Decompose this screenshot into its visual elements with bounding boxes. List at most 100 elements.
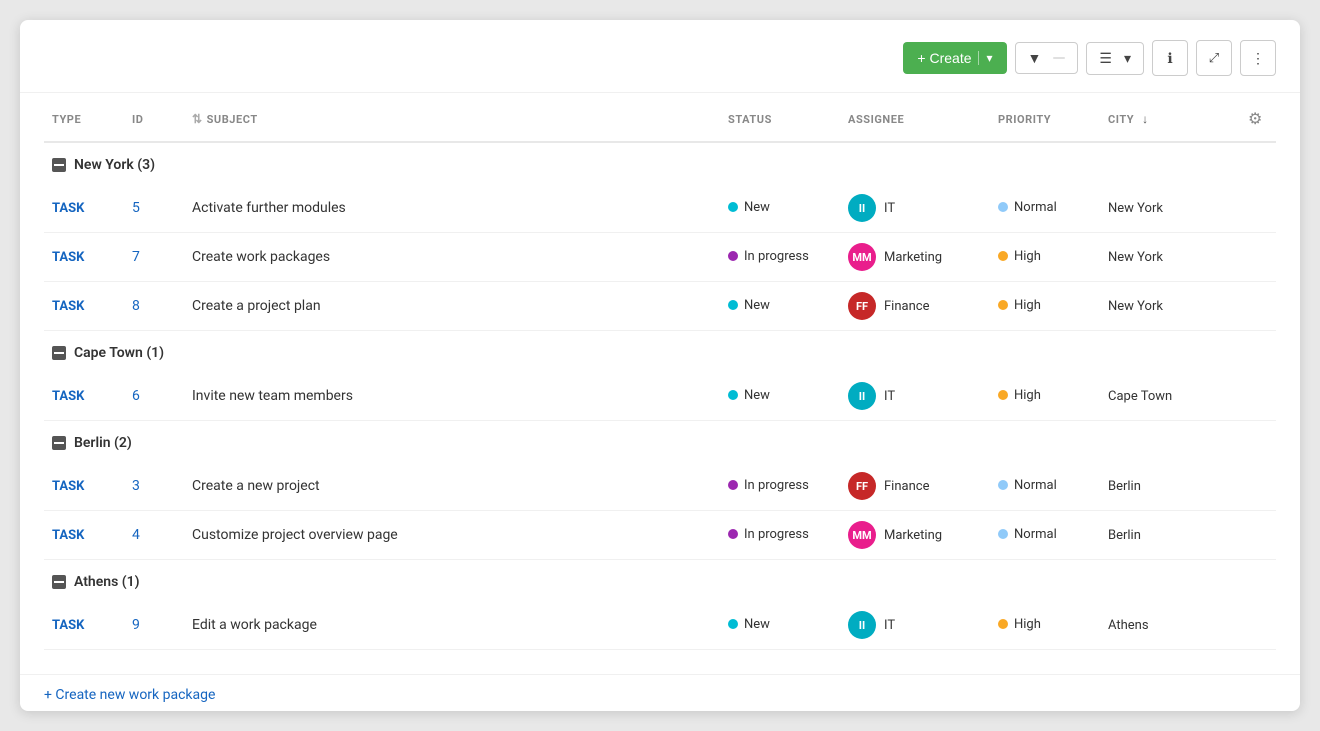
cell-status: In progress <box>720 511 840 560</box>
status-label: In progress <box>744 478 809 493</box>
priority-dot <box>998 619 1008 629</box>
create-button[interactable]: + Create ▾ <box>903 42 1006 74</box>
cell-row-settings <box>1240 372 1276 421</box>
status-dot <box>728 251 738 261</box>
cell-row-settings <box>1240 511 1276 560</box>
cell-city: Cape Town <box>1100 372 1240 421</box>
cell-priority: Normal <box>990 184 1100 233</box>
group-header[interactable]: Cape Town (1) <box>44 331 1276 373</box>
task-id-link[interactable]: 8 <box>132 298 140 314</box>
cell-status: New <box>720 372 840 421</box>
expand-button[interactable]: ⤢ <box>1196 40 1232 76</box>
priority-dot <box>998 251 1008 261</box>
priority-badge: High <box>998 388 1041 403</box>
priority-badge: Normal <box>998 200 1057 215</box>
group-header[interactable]: Athens (1) <box>44 560 1276 602</box>
task-type-link[interactable]: TASK <box>52 299 84 314</box>
task-id-link[interactable]: 6 <box>132 388 140 404</box>
task-type-link[interactable]: TASK <box>52 618 84 633</box>
cell-subject: Create work packages <box>184 233 720 282</box>
filter-button[interactable]: ▼ <box>1015 42 1079 74</box>
group-label: Berlin (2) <box>74 435 132 451</box>
cell-subject: Activate further modules <box>184 184 720 233</box>
create-footer: + Create new work package <box>20 674 1300 711</box>
assignee-dept: IT <box>884 389 895 404</box>
cell-type: TASK <box>44 233 124 282</box>
more-button[interactable]: ⋮ <box>1240 40 1276 76</box>
group-row: Athens (1) <box>44 560 1276 602</box>
status-label: In progress <box>744 249 809 264</box>
task-id-link[interactable]: 4 <box>132 527 140 543</box>
table-row: TASK9Edit a work packageNewIIITHighAthen… <box>44 601 1276 650</box>
priority-label: High <box>1014 298 1041 313</box>
cell-type: TASK <box>44 372 124 421</box>
col-subject[interactable]: ⇅ SUBJECT <box>184 93 720 142</box>
task-type-link[interactable]: TASK <box>52 201 84 216</box>
filter-count <box>1053 57 1065 59</box>
task-type-link[interactable]: TASK <box>52 250 84 265</box>
group-header[interactable]: Berlin (2) <box>44 421 1276 463</box>
task-type-link[interactable]: TASK <box>52 479 84 494</box>
col-city[interactable]: CITY ↓ <box>1100 93 1240 142</box>
priority-badge: High <box>998 249 1041 264</box>
status-dot <box>728 480 738 490</box>
assignee-badge: MMMarketing <box>848 521 942 549</box>
group-header[interactable]: New York (3) <box>44 142 1276 184</box>
cell-subject: Invite new team members <box>184 372 720 421</box>
cell-type: TASK <box>44 184 124 233</box>
status-dot <box>728 619 738 629</box>
task-id-link[interactable]: 7 <box>132 249 140 265</box>
group-toggle-icon[interactable] <box>52 158 66 172</box>
task-id-link[interactable]: 3 <box>132 478 140 494</box>
group-toggle-icon[interactable] <box>52 436 66 450</box>
task-table: TYPE ID ⇅ SUBJECT STATUS ASSIGNEE PRIORI… <box>44 93 1276 650</box>
cell-status: In progress <box>720 462 840 511</box>
cell-type: TASK <box>44 462 124 511</box>
status-badge: New <box>728 388 770 403</box>
priority-dot <box>998 480 1008 490</box>
column-settings-button[interactable]: ⚙ <box>1248 109 1262 129</box>
city-value: Berlin <box>1108 528 1141 543</box>
main-card: + Create ▾ ▼ ☰ ▾ ℹ ⤢ ⋮ <box>20 20 1300 711</box>
city-value: Athens <box>1108 618 1149 633</box>
cell-type: TASK <box>44 511 124 560</box>
priority-dot <box>998 390 1008 400</box>
col-id: ID <box>124 93 184 142</box>
filter-icon: ▼ <box>1028 50 1042 66</box>
group-toggle-icon[interactable] <box>52 346 66 360</box>
status-badge: New <box>728 617 770 632</box>
assignee-dept: Marketing <box>884 528 942 543</box>
assignee-badge: IIIT <box>848 194 895 222</box>
cell-city: Berlin <box>1100 462 1240 511</box>
task-id-link[interactable]: 9 <box>132 617 140 633</box>
cell-subject: Edit a work package <box>184 601 720 650</box>
cell-priority: High <box>990 372 1100 421</box>
priority-badge: Normal <box>998 478 1057 493</box>
city-value: Cape Town <box>1108 389 1172 404</box>
priority-badge: High <box>998 298 1041 313</box>
status-label: New <box>744 617 770 632</box>
task-id-link[interactable]: 5 <box>132 200 140 216</box>
cell-subject: Create a new project <box>184 462 720 511</box>
group-row: Cape Town (1) <box>44 331 1276 373</box>
status-dot <box>728 300 738 310</box>
table-view-button[interactable]: ☰ ▾ <box>1086 42 1144 75</box>
create-work-package-link[interactable]: + Create new work package <box>44 687 215 703</box>
info-button[interactable]: ℹ <box>1152 40 1188 76</box>
cell-type: TASK <box>44 282 124 331</box>
cell-row-settings <box>1240 233 1276 282</box>
status-badge: In progress <box>728 249 809 264</box>
col-type: TYPE <box>44 93 124 142</box>
cell-priority: High <box>990 233 1100 282</box>
assignee-dept: Finance <box>884 299 929 314</box>
cell-assignee: IIIT <box>840 601 990 650</box>
status-dot <box>728 202 738 212</box>
task-type-link[interactable]: TASK <box>52 528 84 543</box>
priority-dot <box>998 202 1008 212</box>
assignee-badge: FFFinance <box>848 292 929 320</box>
cell-status: New <box>720 601 840 650</box>
task-type-link[interactable]: TASK <box>52 389 84 404</box>
group-toggle-icon[interactable] <box>52 575 66 589</box>
cell-type: TASK <box>44 601 124 650</box>
col-status: STATUS <box>720 93 840 142</box>
